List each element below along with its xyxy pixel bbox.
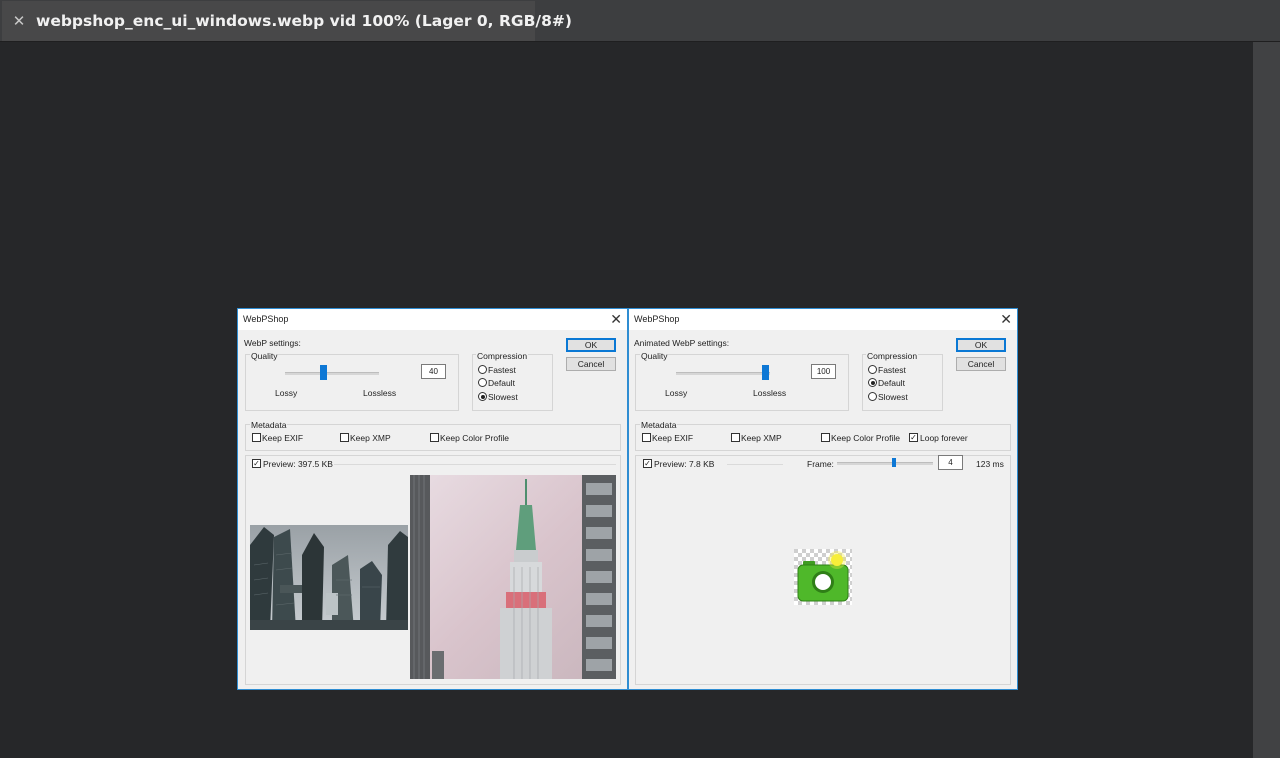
frame-time-label: 123 ms (976, 459, 1004, 469)
settings-label: Animated WebP settings: (634, 338, 730, 348)
preview-divider (334, 464, 616, 465)
radio-slowest-label: Slowest (878, 392, 908, 402)
document-tab-bar: ✕ webpshop_enc_ui_windows.webp vid 100% … (0, 0, 1280, 42)
keep-exif-checkbox[interactable] (252, 433, 261, 442)
radio-default[interactable] (868, 378, 877, 387)
radio-default-label: Default (488, 378, 515, 388)
preview-image-tower (410, 475, 616, 679)
keep-xmp-label: Keep XMP (741, 433, 782, 443)
camera-preview-icon (794, 549, 852, 605)
keep-xmp-checkbox[interactable] (340, 433, 349, 442)
cancel-button[interactable]: Cancel (956, 357, 1006, 371)
quality-group (245, 354, 459, 411)
keep-color-profile-checkbox[interactable] (821, 433, 830, 442)
preview-checkbox[interactable] (252, 459, 261, 468)
radio-fastest-label: Fastest (488, 365, 516, 375)
preview-checkbox[interactable] (643, 459, 652, 468)
loop-forever-checkbox[interactable] (909, 433, 918, 442)
preview-divider (727, 464, 783, 465)
quality-slider-track[interactable] (285, 372, 379, 375)
dialog-titlebar: WebPShop ✕ (238, 309, 627, 330)
lossy-label: Lossy (665, 388, 688, 398)
ok-button[interactable]: OK (956, 338, 1006, 352)
loop-forever-label: Loop forever (920, 433, 968, 443)
compression-label: Compression (866, 351, 919, 361)
frame-input[interactable]: 4 (938, 455, 963, 470)
dialog-title: WebPShop (243, 314, 289, 324)
document-tab-title: webpshop_enc_ui_windows.webp vid 100% (L… (36, 12, 572, 30)
quality-slider-track[interactable] (676, 372, 770, 375)
quality-input[interactable]: 40 (421, 364, 446, 379)
vertical-scrollbar[interactable] (1253, 42, 1280, 758)
compression-label: Compression (476, 351, 529, 361)
radio-fastest-label: Fastest (878, 365, 906, 375)
radio-slowest[interactable] (868, 392, 877, 401)
cancel-button[interactable]: Cancel (566, 357, 616, 371)
close-tab-icon[interactable]: ✕ (11, 11, 27, 31)
frame-slider-thumb[interactable] (892, 458, 896, 467)
document-tab[interactable]: ✕ webpshop_enc_ui_windows.webp vid 100% … (2, 1, 572, 41)
keep-xmp-label: Keep XMP (350, 433, 391, 443)
close-icon[interactable]: ✕ (1000, 311, 1012, 327)
keep-color-profile-checkbox[interactable] (430, 433, 439, 442)
quality-label: Quality (250, 351, 279, 361)
radio-default-label: Default (878, 378, 905, 388)
frame-slider-track[interactable] (837, 462, 933, 465)
quality-group (635, 354, 849, 411)
lossy-label: Lossy (275, 388, 298, 398)
radio-fastest[interactable] (868, 365, 877, 374)
ok-button[interactable]: OK (566, 338, 616, 352)
dialog-title: WebPShop (634, 314, 680, 324)
quality-input[interactable]: 100 (811, 364, 836, 379)
quality-slider-thumb[interactable] (320, 365, 327, 380)
close-icon[interactable]: ✕ (610, 311, 622, 327)
webpshop-dialog: WebPShop ✕ WebP settings: Quality Lossy … (237, 308, 628, 690)
preview-size-label: Preview: 397.5 KB (263, 459, 333, 469)
metadata-label: Metadata (640, 420, 678, 430)
keep-exif-checkbox[interactable] (642, 433, 651, 442)
keep-exif-label: Keep EXIF (652, 433, 694, 443)
frame-label: Frame: (807, 459, 834, 469)
radio-slowest-label: Slowest (488, 392, 518, 402)
preview-image-buildings (250, 525, 408, 630)
lossless-label: Lossless (363, 388, 397, 398)
keep-color-profile-label: Keep Color Profile (831, 433, 900, 443)
quality-slider-thumb[interactable] (762, 365, 769, 380)
keep-exif-label: Keep EXIF (262, 433, 304, 443)
settings-label: WebP settings: (244, 338, 301, 348)
webpshop-animated-dialog: WebPShop ✕ Animated WebP settings: Quali… (628, 308, 1018, 690)
preview-size-label: Preview: 7.8 KB (654, 459, 715, 469)
lossless-label: Lossless (753, 388, 787, 398)
radio-slowest[interactable] (478, 392, 487, 401)
dialog-titlebar: WebPShop ✕ (629, 309, 1017, 330)
keep-xmp-checkbox[interactable] (731, 433, 740, 442)
keep-color-profile-label: Keep Color Profile (440, 433, 509, 443)
radio-fastest[interactable] (478, 365, 487, 374)
radio-default[interactable] (478, 378, 487, 387)
quality-label: Quality (640, 351, 669, 361)
metadata-label: Metadata (250, 420, 288, 430)
